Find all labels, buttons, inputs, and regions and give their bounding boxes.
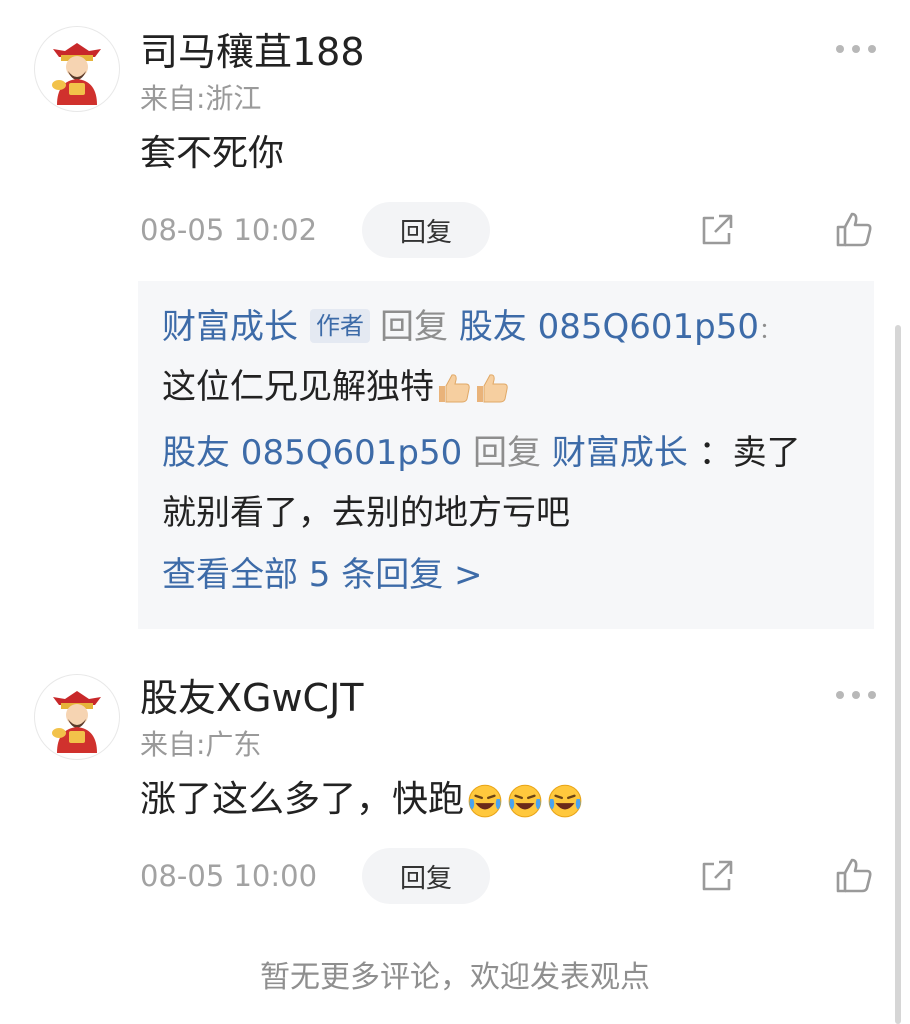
reply-button[interactable]: 回复 — [362, 202, 490, 258]
view-all-replies-link[interactable]: 查看全部 5 条回复 > — [162, 553, 483, 597]
reply-author-link[interactable]: 股友 085Q601p50 — [162, 433, 462, 473]
comment-item: 股友XGwCJT 来自:广东 涨了这么多了，快跑 08-05 10:00 回复 — [0, 650, 910, 920]
thumbs-up-emoji — [436, 370, 472, 406]
more-dots-icon[interactable] — [836, 685, 876, 705]
reply-target-link[interactable]: 财富成长 — [552, 433, 688, 473]
reply-thread: 财富成长 作者 回复 股友 085Q601p50： 这位仁兄见解独特 股友 085Q… — [138, 281, 874, 629]
laughing-crying-emoji — [466, 781, 504, 819]
reply-action: 回复 — [473, 433, 542, 473]
comment-text-content: 涨了这么多了，快跑 — [140, 779, 465, 820]
reply-text: 就别看了，去别的地方亏吧 — [162, 493, 570, 533]
user-location: 来自:广东 — [140, 728, 262, 761]
comment-text: 涨了这么多了，快跑 — [140, 778, 584, 822]
user-avatar[interactable] — [34, 674, 120, 760]
reply-line: 股友 085Q601p50 回复 财富成长 ：卖了 — [162, 431, 801, 475]
reply-action: 回复 — [380, 307, 448, 347]
reply-separator: ： — [698, 433, 733, 473]
share-icon[interactable] — [697, 856, 737, 896]
author-badge: 作者 — [310, 309, 370, 343]
comment-text: 套不死你 — [140, 133, 285, 174]
no-more-comments-text: 暂无更多评论，欢迎发表观点 — [260, 960, 650, 995]
comment-timestamp: 08-05 10:00 — [140, 859, 318, 893]
thumbs-up-icon[interactable] — [834, 210, 874, 250]
more-dots-icon[interactable] — [836, 39, 876, 59]
comment-item: 司马穰苴188 来自:浙江 套不死你 08-05 10:02 回复 — [0, 0, 910, 270]
thumbs-up-icon[interactable] — [834, 856, 874, 896]
reply-button[interactable]: 回复 — [362, 848, 490, 904]
reply-text-content: 这位仁兄见解独特 — [162, 367, 434, 407]
reply-text: 这位仁兄见解独特 — [162, 365, 510, 409]
reply-line: 财富成长 作者 回复 股友 085Q601p50： — [162, 305, 781, 354]
fortune-god-avatar-icon — [35, 27, 119, 111]
thumbs-up-emoji — [474, 370, 510, 406]
laughing-crying-emoji — [546, 781, 584, 819]
reply-author-link[interactable]: 财富成长 — [162, 307, 298, 347]
reply-target-link[interactable]: 股友 085Q601p50 — [459, 307, 759, 347]
reply-text-content: 卖了 — [732, 433, 801, 473]
username[interactable]: 司马穰苴188 — [140, 30, 365, 74]
share-icon[interactable] — [697, 210, 737, 250]
scrollbar[interactable] — [895, 325, 901, 1024]
user-avatar[interactable] — [34, 26, 120, 112]
username[interactable]: 股友XGwCJT — [140, 676, 364, 720]
user-location: 来自:浙江 — [140, 82, 262, 115]
reply-separator: ： — [759, 319, 782, 344]
laughing-crying-emoji — [506, 781, 544, 819]
comment-timestamp: 08-05 10:02 — [140, 213, 318, 247]
fortune-god-avatar-icon — [35, 675, 119, 759]
